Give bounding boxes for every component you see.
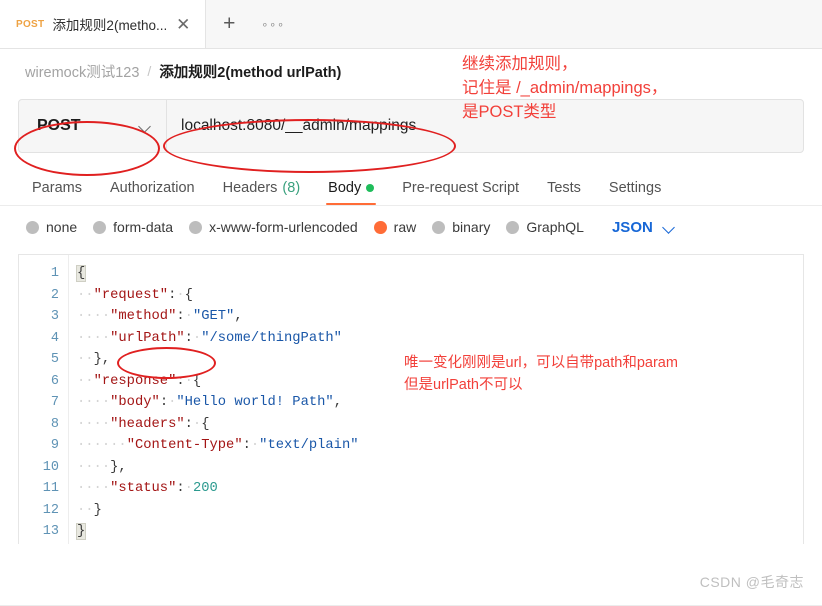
tab-title-label: 添加规则2(metho...	[52, 18, 168, 33]
chevron-down-icon	[139, 122, 152, 130]
tab-headers-count: (8)	[282, 180, 301, 196]
tab-body[interactable]: Body	[314, 180, 388, 205]
tab-method-label: POST	[16, 18, 45, 30]
close-icon[interactable]: ✕	[175, 16, 191, 33]
more-options-icon[interactable]: ∘∘∘	[252, 0, 294, 48]
line-number: 5	[50, 352, 59, 367]
watermark: CSDN @毛奇志	[699, 574, 804, 590]
body-type-graphql[interactable]: GraphQL	[506, 219, 584, 235]
line-number: 11	[42, 481, 59, 496]
tab-settings[interactable]: Settings	[595, 180, 675, 205]
code-line: ··}	[77, 502, 102, 518]
url-input[interactable]: localhost:8080/__admin/mappings	[167, 100, 803, 152]
code-line: ····"headers":·{	[77, 416, 210, 432]
http-method-value: POST	[37, 117, 81, 134]
body-type-none[interactable]: none	[26, 219, 77, 235]
code-line: ····"method":·"GET",	[77, 309, 243, 324]
body-type-raw-label: raw	[393, 219, 417, 235]
body-type-none-label: none	[46, 219, 78, 235]
tab-headers-label: Headers	[222, 180, 278, 196]
line-number: 8	[50, 416, 59, 432]
code-line: {	[75, 265, 87, 282]
code-line: ····"status":·200	[77, 481, 218, 496]
tab-tests-label: Tests	[547, 180, 581, 196]
tab-params[interactable]: Params	[18, 180, 96, 205]
plus-icon[interactable]: +	[206, 0, 252, 48]
code-line: ··"request":·{	[77, 287, 193, 303]
code-line: ··"response":·{	[77, 373, 202, 389]
request-tabs: Params Authorization Headers (8) Body Pr…	[0, 167, 822, 206]
request-tab-active[interactable]: POST 添加规则2(metho... ✕	[0, 0, 207, 48]
tab-settings-label: Settings	[608, 180, 662, 196]
line-number: 4	[50, 330, 59, 346]
radio-icon	[26, 220, 39, 234]
code-line: ····"body":·"Hello world! Path",	[77, 395, 342, 410]
body-type-urlencoded-label: x-www-form-urlencoded	[209, 219, 358, 235]
code-line: ··},	[77, 352, 111, 367]
code-line: }	[75, 523, 87, 540]
radio-icon	[93, 220, 107, 234]
line-number: 10	[42, 459, 59, 475]
editor-line-number-gutter: 1 2 3 4 5 6 7 8 9 10 11 12 13	[19, 255, 69, 544]
body-type-binary[interactable]: binary	[432, 219, 490, 235]
radio-icon	[506, 220, 520, 234]
body-type-selector: none form-data x-www-form-urlencoded raw…	[0, 206, 822, 248]
body-type-raw[interactable]: raw	[373, 219, 417, 235]
editor-code-content[interactable]: { ··"request":·{ ····"method":·"GET", ····"…	[69, 255, 803, 544]
line-number: 9	[50, 438, 59, 453]
tab-tests[interactable]: Tests	[533, 180, 595, 205]
breadcrumb: wiremock测试123 / 添加规则2(method urlPath)	[0, 49, 822, 93]
body-format-value: JSON	[611, 218, 653, 236]
breadcrumb-current-request[interactable]: 添加规则2(method urlPath)	[159, 61, 341, 82]
radio-icon	[432, 220, 446, 234]
body-type-urlencoded[interactable]: x-www-form-urlencoded	[189, 219, 358, 235]
tab-pre-request-script[interactable]: Pre-request Script	[388, 180, 533, 205]
http-method-select[interactable]: POST	[19, 100, 167, 152]
radio-selected-icon	[373, 220, 387, 234]
line-number: 3	[50, 309, 59, 324]
tab-body-label: Body	[328, 180, 362, 196]
line-number: 1	[50, 266, 59, 281]
code-line: ····},	[77, 459, 127, 475]
line-number: 6	[50, 373, 59, 389]
line-number: 2	[50, 287, 59, 303]
tab-params-label: Params	[32, 180, 82, 196]
radio-icon	[189, 220, 203, 234]
line-number: 13	[42, 524, 59, 539]
body-modified-dot-icon	[366, 184, 375, 192]
code-line: ······"Content-Type":·"text/plain"	[77, 438, 359, 453]
tab-bar: POST 添加规则2(metho... ✕ + ∘∘∘	[0, 0, 822, 49]
body-type-graphql-label: GraphQL	[526, 219, 584, 235]
line-number: 7	[50, 395, 59, 410]
tab-authorization[interactable]: Authorization	[96, 180, 209, 205]
request-url-bar: POST localhost:8080/__admin/mappings	[18, 99, 804, 153]
body-type-binary-label: binary	[452, 219, 491, 235]
body-format-select[interactable]: JSON	[612, 219, 676, 236]
tab-headers[interactable]: Headers (8)	[209, 180, 315, 205]
code-line: ····"urlPath":·"/some/thingPath"	[77, 330, 342, 346]
tab-authorization-label: Authorization	[109, 180, 195, 196]
breadcrumb-collection[interactable]: wiremock测试123	[25, 61, 139, 82]
tab-pre-request-script-label: Pre-request Script	[402, 180, 520, 196]
body-type-form-data-label: form-data	[113, 219, 174, 235]
line-number: 12	[42, 502, 59, 518]
chevron-down-icon	[663, 223, 676, 231]
request-body-editor[interactable]: 1 2 3 4 5 6 7 8 9 10 11 12 13 { ··"reques…	[18, 254, 804, 544]
body-type-form-data[interactable]: form-data	[93, 219, 173, 235]
breadcrumb-separator: /	[147, 63, 152, 79]
